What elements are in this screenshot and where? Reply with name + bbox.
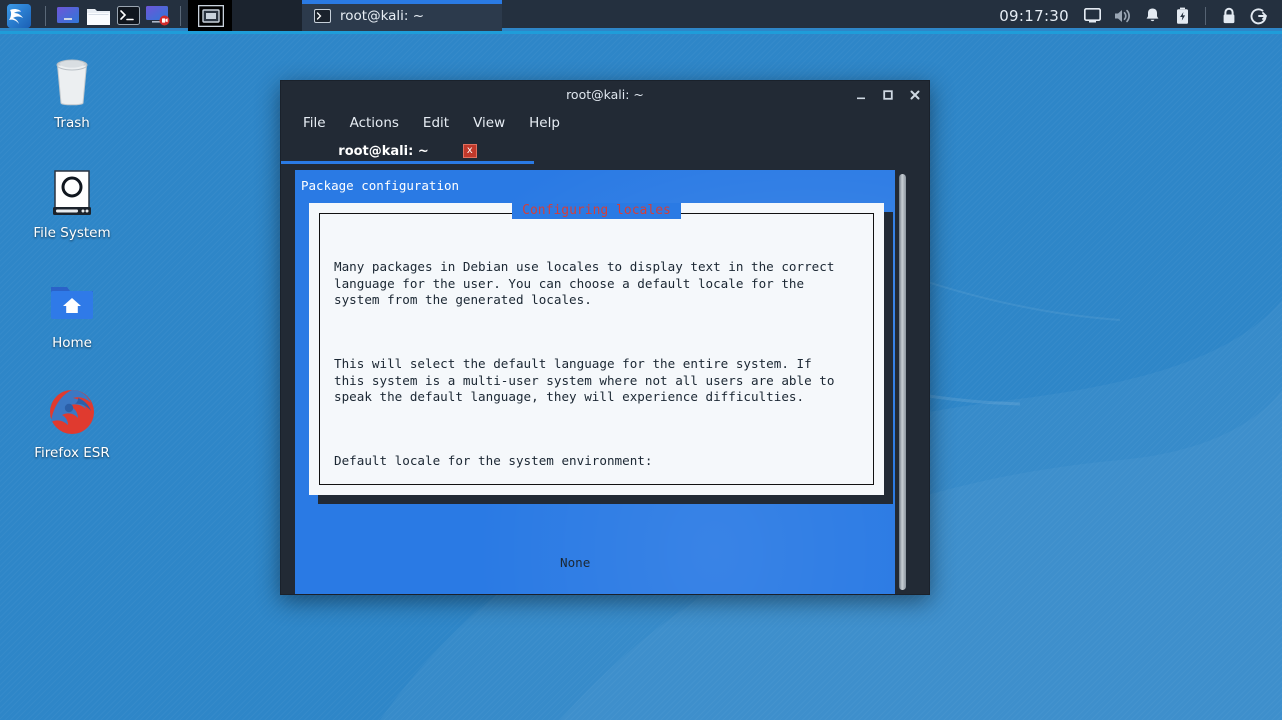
- terminal-screen[interactable]: Package configuration Configuring locale…: [295, 170, 895, 594]
- clock[interactable]: 09:17:30: [999, 7, 1069, 25]
- panel-separator: [45, 5, 46, 26]
- panel-separator-2: [180, 5, 181, 26]
- file-manager-icon[interactable]: [83, 0, 113, 31]
- desktop-icon-trash[interactable]: Trash: [17, 55, 127, 131]
- locale-option-list[interactable]: None C.UTF-8 en_US.UTF-8 zh_CN.UTF-8: [560, 522, 859, 594]
- battery-icon[interactable]: [1169, 0, 1195, 31]
- desktop-icon-label: Firefox ESR: [34, 445, 110, 461]
- trash-icon: [48, 55, 96, 107]
- desktop-icon-label: Trash: [54, 115, 90, 131]
- terminal-body: Package configuration Configuring locale…: [281, 164, 929, 594]
- window-titlebar[interactable]: root@kali: ~: [281, 81, 929, 108]
- show-desktop-button[interactable]: [188, 0, 232, 31]
- tray-separator: [1205, 6, 1206, 25]
- terminal-window[interactable]: root@kali: ~ File Actions Edit View Help…: [280, 80, 930, 595]
- menu-view[interactable]: View: [473, 115, 505, 131]
- locale-option-label: None: [560, 554, 591, 570]
- workspace-switcher-icon[interactable]: [53, 0, 83, 31]
- menu-file[interactable]: File: [303, 115, 326, 131]
- lock-icon[interactable]: [1216, 0, 1242, 31]
- home-folder-icon: [47, 275, 97, 327]
- top-panel: root@kali: ~ 09:17:30: [0, 0, 1282, 31]
- menu-help[interactable]: Help: [529, 115, 560, 131]
- kali-dragon-icon[interactable]: [0, 0, 38, 31]
- firefox-icon: [47, 385, 97, 437]
- logout-icon[interactable]: [1246, 0, 1272, 31]
- dialog-paragraph-2: This will select the default language fo…: [334, 356, 835, 404]
- dialog-paragraph-1: Many packages in Debian use locales to d…: [334, 259, 835, 307]
- window-controls: [854, 81, 921, 108]
- tab-bar: root@kali: ~ x: [281, 138, 929, 164]
- terminal-icon[interactable]: [113, 0, 143, 31]
- terminal-tab-label: root@kali: ~: [338, 143, 429, 159]
- file-system-icon: [49, 165, 95, 217]
- configuring-locales-dialog: Configuring locales Many packages in Deb…: [309, 203, 893, 570]
- notification-bell-icon[interactable]: [1139, 0, 1165, 31]
- dialog-inner-border: Configuring locales Many packages in Deb…: [319, 203, 874, 570]
- terminal-scrollbar[interactable]: [895, 170, 909, 594]
- desktop-icon-label: Home: [52, 335, 92, 351]
- menu-edit[interactable]: Edit: [423, 115, 449, 131]
- tab-close-button[interactable]: x: [462, 144, 477, 158]
- terminal-tab[interactable]: root@kali: ~ x: [281, 138, 534, 164]
- panel-accent-line: [0, 31, 1282, 34]
- menu-actions[interactable]: Actions: [350, 115, 399, 131]
- dialog-prompt-label: Default locale for the system environmen…: [334, 453, 653, 469]
- taskbar-window-button[interactable]: root@kali: ~: [302, 0, 502, 31]
- desktop-icon-label: File System: [33, 225, 111, 241]
- locale-option[interactable]: None: [560, 555, 859, 571]
- desktop-icon-firefox-esr[interactable]: Firefox ESR: [17, 385, 127, 461]
- dialog-content: Many packages in Debian use locales to d…: [320, 214, 873, 594]
- terminal-icon: [314, 8, 331, 23]
- window-title: root@kali: ~: [566, 87, 644, 102]
- task-list-gap: [232, 0, 302, 31]
- close-button[interactable]: [908, 88, 921, 101]
- desktop-icon-file-system[interactable]: File System: [17, 165, 127, 241]
- maximize-button[interactable]: [881, 88, 894, 101]
- screen-recorder-icon[interactable]: [143, 0, 173, 31]
- minimize-button[interactable]: [854, 88, 867, 101]
- desktop-icon-home[interactable]: Home: [17, 275, 127, 351]
- volume-icon[interactable]: [1109, 0, 1135, 31]
- dialog-frame: Configuring locales Many packages in Deb…: [309, 203, 884, 570]
- package-configuration-header: Package configuration: [301, 178, 460, 193]
- scrollbar-thumb[interactable]: [898, 174, 906, 590]
- display-icon[interactable]: [1079, 0, 1105, 31]
- taskbar-window-label: root@kali: ~: [340, 7, 425, 24]
- menu-bar: File Actions Edit View Help: [281, 108, 929, 138]
